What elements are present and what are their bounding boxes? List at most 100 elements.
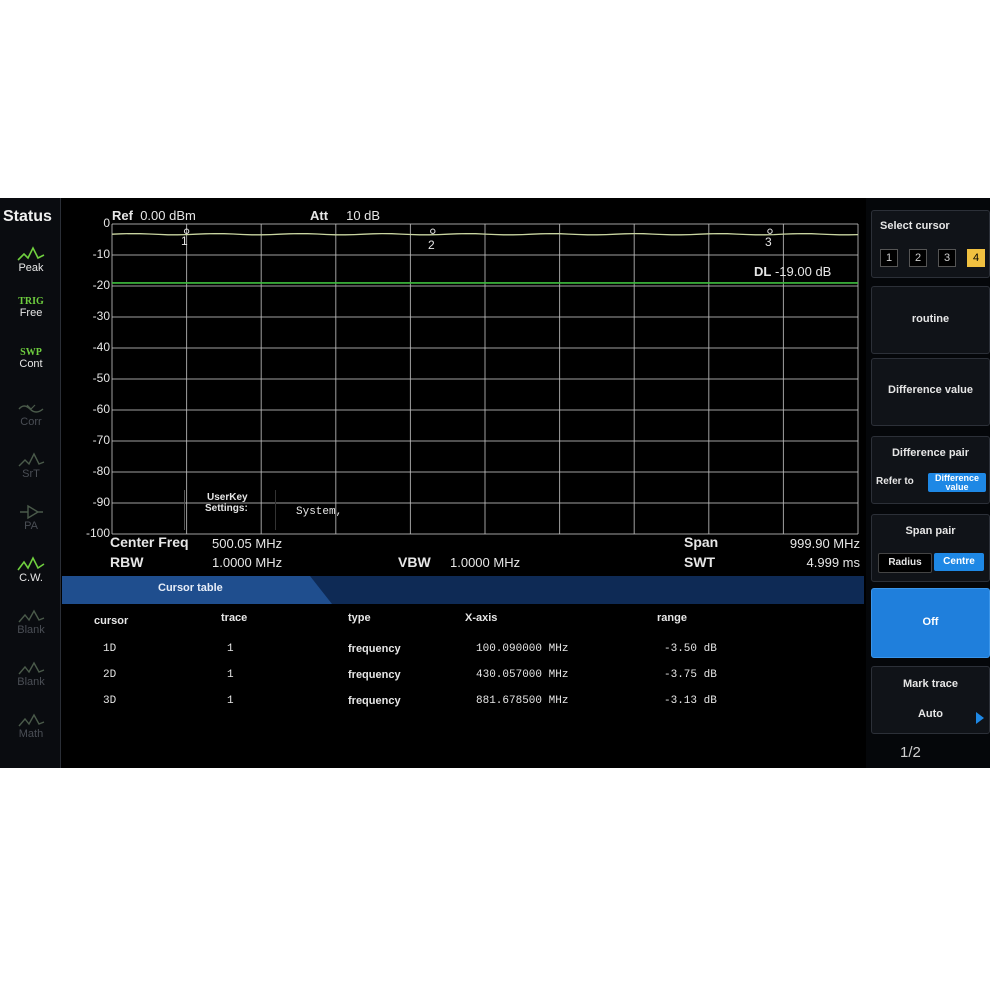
radius-button[interactable]: Radius bbox=[878, 553, 932, 573]
status-srt[interactable]: SrT bbox=[6, 446, 56, 488]
cell-range: -3.13 dB bbox=[664, 695, 717, 707]
marker-3-label[interactable]: 3 bbox=[765, 235, 772, 249]
cell-x-axis: 100.090000 MHz bbox=[476, 643, 569, 655]
spectrum-plot[interactable]: Ref 0.00 dBm Att 10 dB 0 -10 -20 -30 -40… bbox=[62, 198, 864, 578]
select-cursor-softkey[interactable]: Select cursor 1 2 3 4 bbox=[871, 210, 990, 278]
att-value: 10 dB bbox=[346, 208, 381, 223]
status-swp-label: Cont bbox=[19, 358, 43, 370]
analyzer-screen: Status Peak TRIG Free SWP Cont Corr SrT … bbox=[0, 198, 990, 768]
corr-icon bbox=[18, 404, 44, 413]
status-corr[interactable]: Corr bbox=[6, 394, 56, 436]
swt-value[interactable]: 4.999 ms bbox=[778, 555, 860, 570]
cell-cursor: 3D bbox=[103, 695, 117, 707]
status-swp[interactable]: SWP Cont bbox=[6, 341, 56, 383]
status-peak[interactable]: Peak bbox=[6, 240, 56, 282]
marker-2-label[interactable]: 2 bbox=[428, 238, 435, 252]
status-cw-label: C.W. bbox=[19, 572, 43, 584]
status-trig[interactable]: TRIG Free bbox=[6, 290, 56, 332]
display-line-value: -19.00 dB bbox=[774, 264, 832, 279]
difference-value-pill[interactable]: Difference value bbox=[928, 473, 986, 492]
cursor-3-button[interactable]: 3 bbox=[938, 249, 956, 267]
span-pair-softkey[interactable]: Span pair Radius Centre bbox=[871, 514, 990, 582]
ref-value: 0.00 dBm bbox=[140, 208, 196, 223]
status-corr-label: Corr bbox=[20, 416, 42, 428]
status-peak-label: Peak bbox=[18, 262, 44, 274]
vbw-label: VBW bbox=[398, 554, 431, 570]
spectrum-grid bbox=[111, 223, 859, 535]
off-softkey[interactable]: Off bbox=[871, 588, 990, 658]
off-label: Off bbox=[922, 616, 939, 628]
y-tick: -100 bbox=[85, 526, 110, 540]
difference-value-softkey[interactable]: Difference value bbox=[871, 358, 990, 426]
cursor-1-button[interactable]: 1 bbox=[880, 249, 898, 267]
status-blank-2-label: Blank bbox=[17, 676, 45, 688]
page-indicator[interactable]: 1/2 bbox=[900, 744, 921, 761]
routine-softkey[interactable]: routine bbox=[871, 286, 990, 354]
userkey-settings-label: UserKey Settings: bbox=[205, 492, 248, 514]
attenuation: Att 10 dB bbox=[310, 208, 380, 223]
math-icon bbox=[18, 713, 45, 727]
status-pa[interactable]: PA bbox=[6, 498, 56, 540]
cell-type: frequency bbox=[348, 643, 401, 655]
refer-to-label: Refer to bbox=[876, 476, 914, 487]
display-line-label: DL bbox=[754, 264, 772, 279]
status-column: Status Peak TRIG Free SWP Cont Corr SrT … bbox=[0, 198, 61, 768]
cell-trace: 1 bbox=[227, 695, 234, 707]
rbw-value[interactable]: 1.0000 MHz bbox=[212, 555, 282, 570]
y-tick: -90 bbox=[92, 495, 110, 509]
cursor-table-tab-label: Cursor table bbox=[158, 582, 223, 594]
cell-cursor: 1D bbox=[103, 643, 117, 655]
cursor-2-button[interactable]: 2 bbox=[909, 249, 927, 267]
span-label: Span bbox=[684, 534, 719, 550]
cell-type: frequency bbox=[348, 695, 401, 707]
centre-button[interactable]: Centre bbox=[934, 553, 984, 571]
col-header-trace: trace bbox=[221, 612, 248, 624]
difference-pair-label: Difference pair bbox=[891, 447, 970, 459]
center-freq-value[interactable]: 500.05 MHz bbox=[212, 536, 282, 551]
difference-pair-softkey[interactable]: Difference pair Refer to Difference valu… bbox=[871, 436, 990, 504]
userkey-label-line2: Settings: bbox=[205, 503, 248, 514]
spectrum-trace bbox=[111, 232, 859, 236]
marker-3-point bbox=[767, 228, 773, 234]
status-pa-label: PA bbox=[24, 520, 38, 532]
span-pair-label: Span pair bbox=[905, 525, 956, 537]
difference-value-label: Difference value bbox=[888, 384, 973, 396]
blank-icon bbox=[18, 661, 45, 675]
y-tick: -30 bbox=[92, 309, 110, 323]
status-srt-label: SrT bbox=[22, 468, 40, 480]
y-tick: -80 bbox=[92, 464, 110, 478]
cell-trace: 1 bbox=[227, 643, 234, 655]
status-swp-top: SWP bbox=[20, 347, 42, 358]
status-cw[interactable]: C.W. bbox=[6, 550, 56, 592]
status-title: Status bbox=[3, 208, 52, 225]
mark-trace-softkey[interactable]: Mark trace Auto bbox=[871, 666, 990, 734]
y-tick: -70 bbox=[92, 433, 110, 447]
userkey-label-line1: UserKey bbox=[207, 492, 248, 503]
cw-icon bbox=[17, 556, 45, 571]
softkey-panel: Select cursor 1 2 3 4 routine Difference… bbox=[866, 198, 990, 768]
display-line-readout: DL -19.00 dB bbox=[754, 264, 831, 279]
cursor-4-button[interactable]: 4 bbox=[967, 249, 985, 267]
y-tick: -10 bbox=[92, 247, 110, 261]
userkey-settings-value: System, bbox=[296, 506, 343, 518]
routine-label: routine bbox=[911, 313, 950, 325]
chevron-right-icon bbox=[976, 712, 984, 724]
cell-type: frequency bbox=[348, 669, 401, 681]
status-blank-2[interactable]: Blank bbox=[6, 654, 56, 696]
pa-icon bbox=[20, 504, 43, 520]
col-header-type: type bbox=[348, 612, 371, 624]
cell-trace: 1 bbox=[227, 669, 234, 681]
peak-icon bbox=[17, 246, 45, 261]
ref-label: Ref bbox=[112, 208, 133, 223]
cell-range: -3.50 dB bbox=[664, 643, 717, 655]
cell-x-axis: 881.678500 MHz bbox=[476, 695, 569, 707]
vbw-value[interactable]: 1.0000 MHz bbox=[450, 555, 520, 570]
span-value[interactable]: 999.90 MHz bbox=[778, 536, 860, 551]
status-math[interactable]: Math bbox=[6, 706, 56, 748]
blank-icon bbox=[18, 609, 45, 623]
cell-cursor: 2D bbox=[103, 669, 117, 681]
marker-1-label[interactable]: 1 bbox=[181, 234, 188, 248]
status-blank-1[interactable]: Blank bbox=[6, 602, 56, 644]
y-tick: -50 bbox=[92, 371, 110, 385]
cell-x-axis: 430.057000 MHz bbox=[476, 669, 569, 681]
